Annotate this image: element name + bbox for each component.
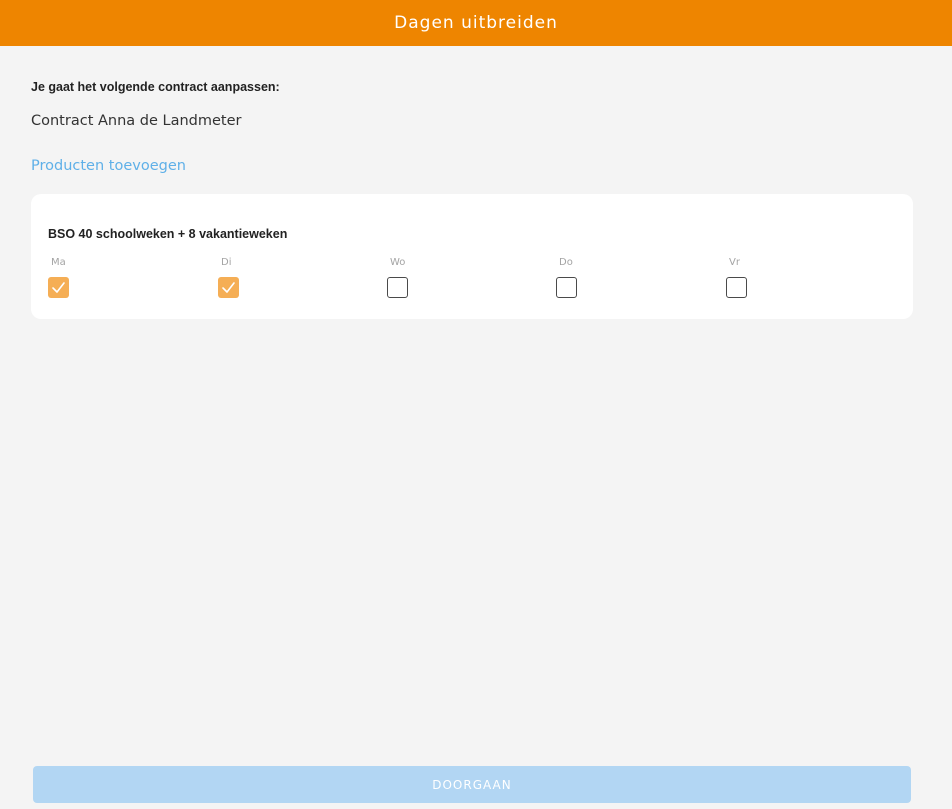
day-monday: Ma [48,257,88,302]
day-label-monday: Ma [51,257,66,268]
day-wednesday: Wo [387,257,427,302]
intro-label: Je gaat het volgende contract aanpassen: [31,80,280,94]
day-thursday: Do [556,257,596,302]
day-label-wednesday: Wo [390,257,406,268]
day-tuesday: Di [218,257,258,302]
day-label-thursday: Do [559,257,573,268]
add-products-link[interactable]: Producten toevoegen [31,158,186,174]
day-label-tuesday: Di [221,257,232,268]
continue-button[interactable]: DOORGAAN [33,766,911,803]
product-name: BSO 40 schoolweken + 8 vakantieweken [48,227,288,241]
checkbox-tuesday[interactable] [218,277,239,298]
checkbox-wednesday[interactable] [387,277,408,298]
product-card: BSO 40 schoolweken + 8 vakantieweken Ma … [31,194,913,319]
contract-name: Contract Anna de Landmeter [31,113,242,129]
checkmark-icon [52,282,65,293]
checkmark-icon [222,282,235,293]
checkbox-friday[interactable] [726,277,747,298]
checkbox-thursday[interactable] [556,277,577,298]
page-header: Dagen uitbreiden [0,0,952,46]
page-title: Dagen uitbreiden [394,13,558,33]
checkbox-monday[interactable] [48,277,69,298]
day-label-friday: Vr [729,257,740,268]
day-friday: Vr [726,257,766,302]
